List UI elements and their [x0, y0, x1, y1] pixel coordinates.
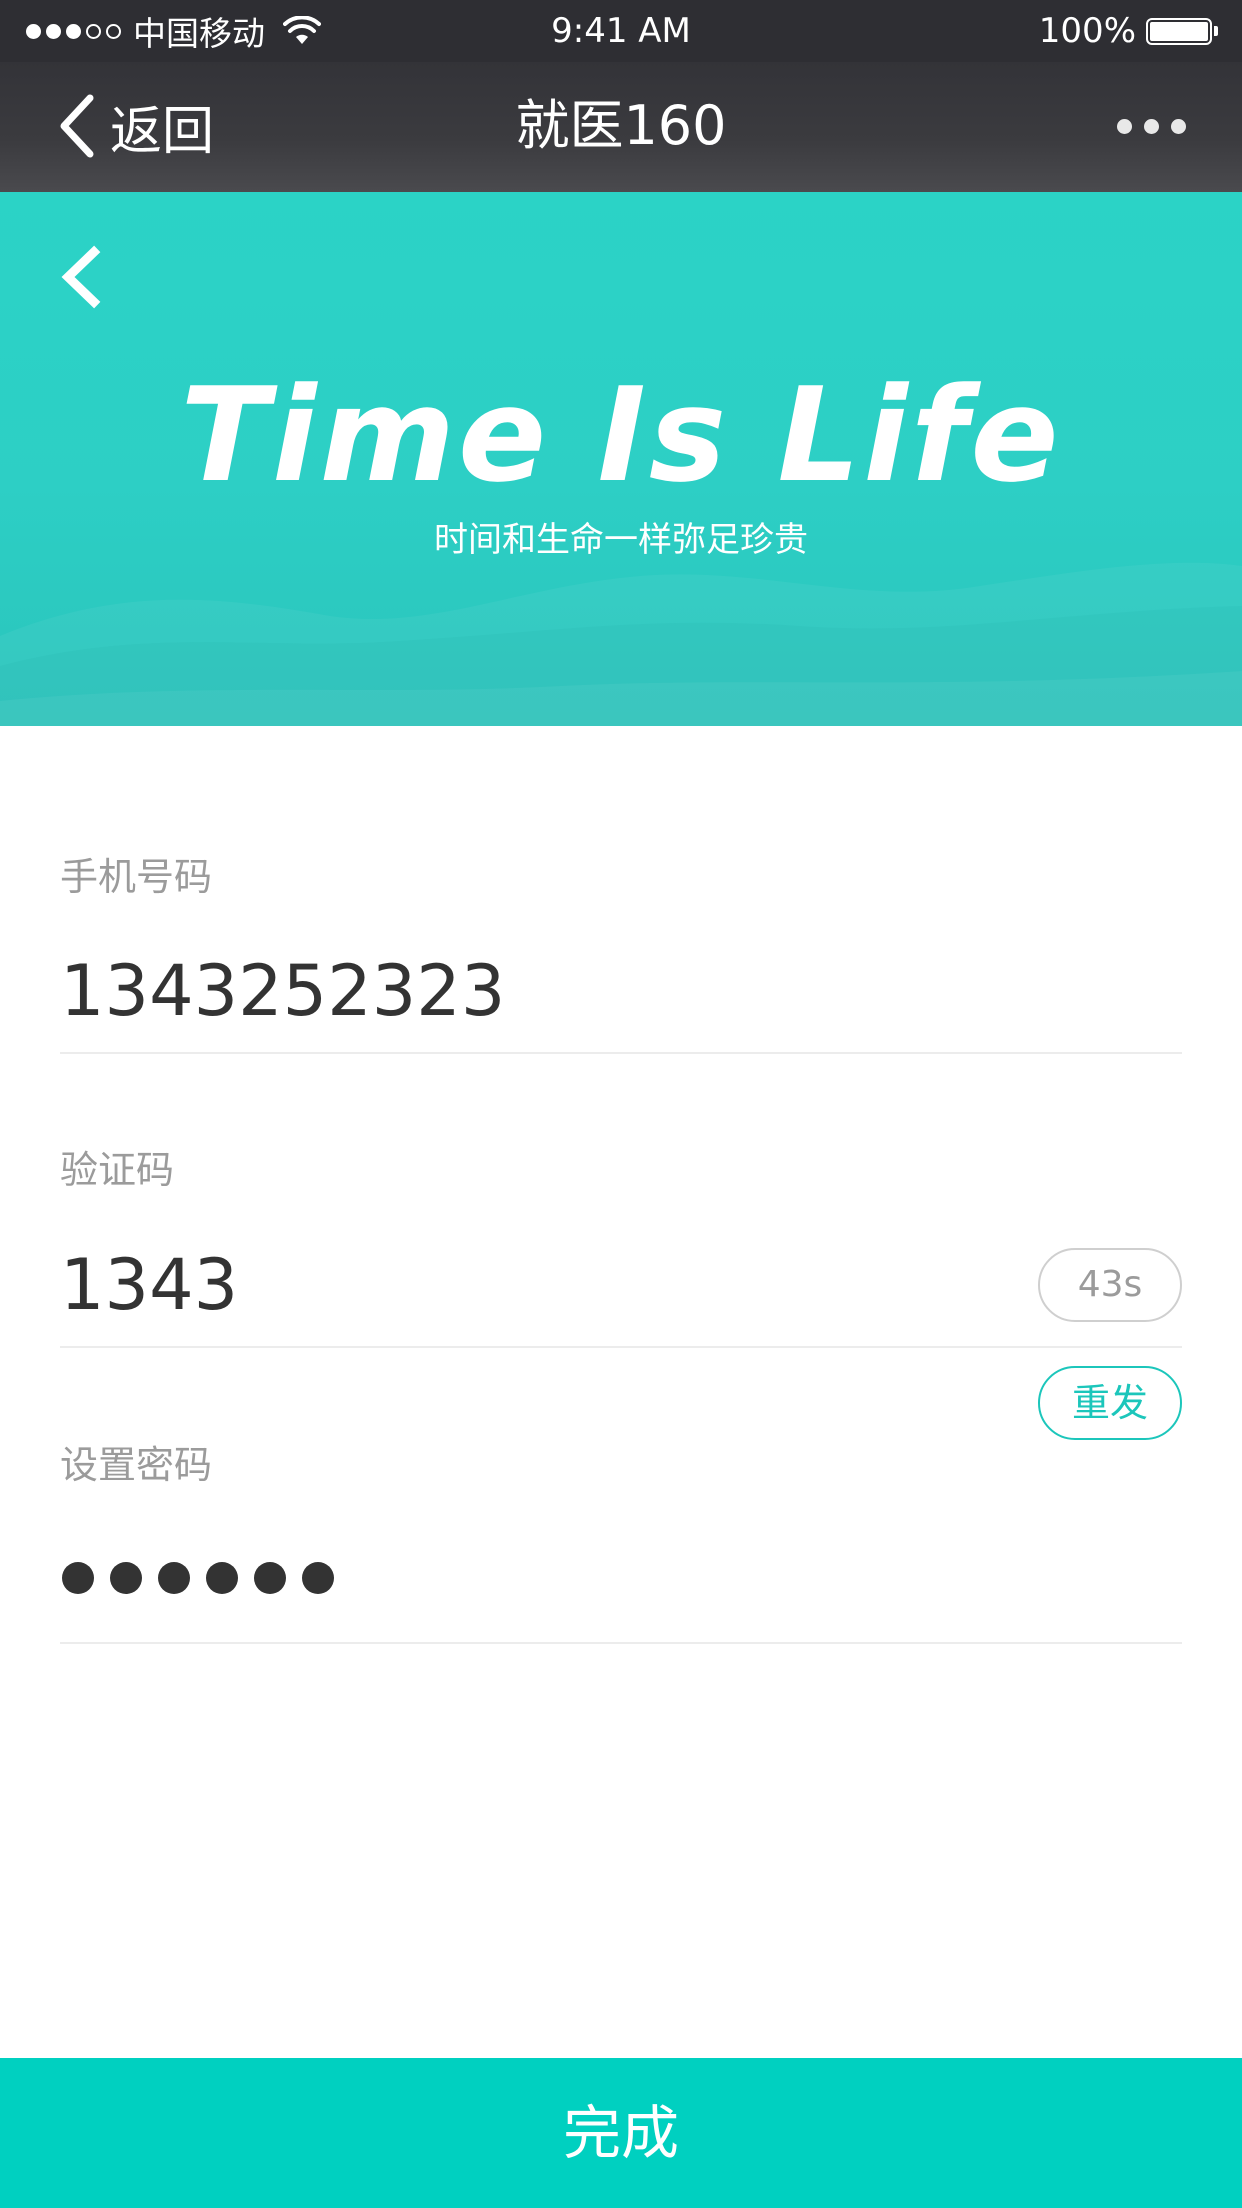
password-divider: [60, 1642, 1182, 1644]
status-right: 100%: [1039, 0, 1218, 62]
battery-percent: 100%: [1038, 11, 1136, 51]
password-label: 设置密码: [60, 1443, 213, 1487]
phone-divider: [60, 1052, 1182, 1054]
phone-label: 手机号码: [60, 855, 213, 899]
password-mask-dot: [158, 1562, 190, 1594]
code-label: 验证码: [60, 1148, 175, 1192]
battery-level: [1150, 21, 1208, 41]
more-dots-icon[interactable]: [1117, 62, 1186, 190]
password-mask-dot: [62, 1562, 94, 1594]
more-dot: [1117, 118, 1132, 134]
more-dot: [1171, 118, 1186, 134]
banner-back-icon[interactable]: [56, 244, 106, 310]
done-button[interactable]: 完成: [0, 2058, 1242, 2208]
battery-tip: [1214, 26, 1218, 36]
more-dot: [1144, 118, 1159, 134]
phone-input[interactable]: 1343252323: [60, 946, 505, 1036]
battery-icon: [1146, 17, 1212, 45]
password-mask-dot: [302, 1562, 334, 1594]
status-bar: 中国移动 9:41 AM 100%: [0, 0, 1242, 62]
password-input[interactable]: [62, 1562, 334, 1594]
password-mask-dot: [110, 1562, 142, 1594]
banner-subtitle: 时间和生命一样弥足珍贵: [434, 520, 808, 560]
password-mask-dot: [206, 1562, 238, 1594]
resend-button[interactable]: 重发: [1038, 1366, 1182, 1440]
nav-bar: 返回 就医160: [0, 62, 1242, 192]
banner-slogan: Time Is Life: [180, 359, 1062, 511]
hero-banner: Time Is Life 时间和生命一样弥足珍贵: [0, 192, 1242, 726]
countdown-badge: 43s: [1038, 1248, 1182, 1322]
code-divider: [60, 1346, 1182, 1348]
code-input[interactable]: 1343: [60, 1240, 238, 1330]
page-title: 就医160: [515, 94, 727, 157]
password-mask-dot: [254, 1562, 286, 1594]
